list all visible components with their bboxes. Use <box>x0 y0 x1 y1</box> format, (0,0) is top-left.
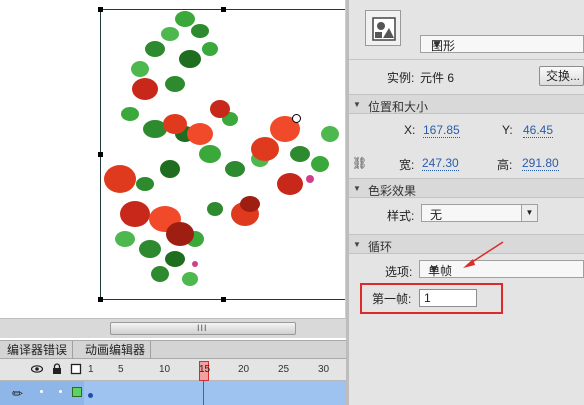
scrollbar-thumb[interactable]: III <box>110 322 296 335</box>
collapse-triangle-icon: ▼ <box>353 240 361 249</box>
horizontal-scrollbar[interactable]: III <box>0 318 346 338</box>
height-value[interactable]: 291.80 <box>522 156 559 171</box>
style-dropdown[interactable]: 无 ▼ <box>421 204 538 222</box>
eye-icon[interactable] <box>31 363 43 375</box>
properties-panel: 图形 ▼ 实例: 元件 6 交换... ▼ 位置和大小 X: 167.85 Y:… <box>349 0 584 405</box>
style-label: 样式: <box>387 209 415 223</box>
chevron-down-icon: ▼ <box>428 262 440 276</box>
section-title: 循环 <box>368 240 393 254</box>
style-value: 无 <box>430 208 443 222</box>
ruler-number: 10 <box>159 364 171 375</box>
x-value[interactable]: 167.85 <box>423 123 460 138</box>
ruler-number: 1 <box>88 364 94 375</box>
section-title: 色彩效果 <box>368 184 417 198</box>
annotation-arrow-icon <box>463 241 504 268</box>
resize-handle[interactable] <box>98 297 103 302</box>
scroll-grip-icon: III <box>197 323 208 333</box>
ruler-number: 25 <box>278 364 290 375</box>
timeline-header: 1 5 10 20 25 30 <box>0 359 346 381</box>
resize-handle[interactable] <box>98 7 103 12</box>
lock-dot[interactable] <box>59 390 62 393</box>
link-icon[interactable]: ⛓ <box>352 156 367 170</box>
layer-outline-color-swatch[interactable] <box>72 387 82 397</box>
playhead-line <box>203 381 204 405</box>
width-label: 宽: <box>399 158 415 172</box>
tab-motion-editor[interactable]: 动画编辑器 <box>80 341 152 359</box>
divider <box>349 59 584 60</box>
y-label: Y: <box>502 123 513 137</box>
swap-button[interactable]: 交换... <box>539 66 584 86</box>
graphic-symbol-icon <box>365 10 401 46</box>
width-value[interactable]: 247.30 <box>422 156 459 171</box>
ruler-number: 5 <box>118 364 124 375</box>
lock-icon[interactable] <box>51 363 63 375</box>
transform-point[interactable] <box>292 114 301 123</box>
timeline-tabs: 编译器错误 动画编辑器 <box>0 340 346 359</box>
layer-frames[interactable] <box>84 381 346 405</box>
ruler-number: 20 <box>238 364 250 375</box>
keyframe-marker[interactable] <box>88 393 93 398</box>
chevron-down-icon: ▼ <box>431 37 443 51</box>
resize-handle[interactable] <box>221 297 226 302</box>
first-frame-label: 第一帧: <box>372 292 412 306</box>
collapse-triangle-icon: ▼ <box>353 184 361 193</box>
x-label: X: <box>404 123 416 137</box>
resize-handle[interactable] <box>221 7 226 12</box>
section-color-effect[interactable]: ▼ 色彩效果 <box>349 178 584 198</box>
symbol-type-dropdown[interactable]: 图形 ▼ <box>420 35 584 53</box>
y-value[interactable]: 46.45 <box>523 123 554 138</box>
instance-label: 实例: <box>387 71 415 85</box>
collapse-triangle-icon: ▼ <box>353 100 361 109</box>
stage-area[interactable] <box>0 0 347 340</box>
section-position-size[interactable]: ▼ 位置和大小 <box>349 94 584 114</box>
selection-bounding-box[interactable] <box>100 9 347 300</box>
outline-icon[interactable] <box>70 363 82 375</box>
first-frame-input[interactable]: 1 <box>419 289 477 307</box>
section-title: 位置和大小 <box>368 100 429 114</box>
tab-compiler-errors[interactable]: 编译器错误 <box>2 341 74 359</box>
option-label: 选项: <box>385 265 413 279</box>
pencil-icon: ✏ <box>12 386 23 401</box>
visibility-dot[interactable] <box>40 390 43 393</box>
chevron-down-icon: ▼ <box>521 205 537 221</box>
ruler-number: 30 <box>318 364 330 375</box>
instance-name: 元件 6 <box>420 71 455 85</box>
playhead-frame-number: 15 <box>199 364 211 375</box>
resize-handle[interactable] <box>98 152 103 157</box>
height-label: 高: <box>497 158 513 172</box>
